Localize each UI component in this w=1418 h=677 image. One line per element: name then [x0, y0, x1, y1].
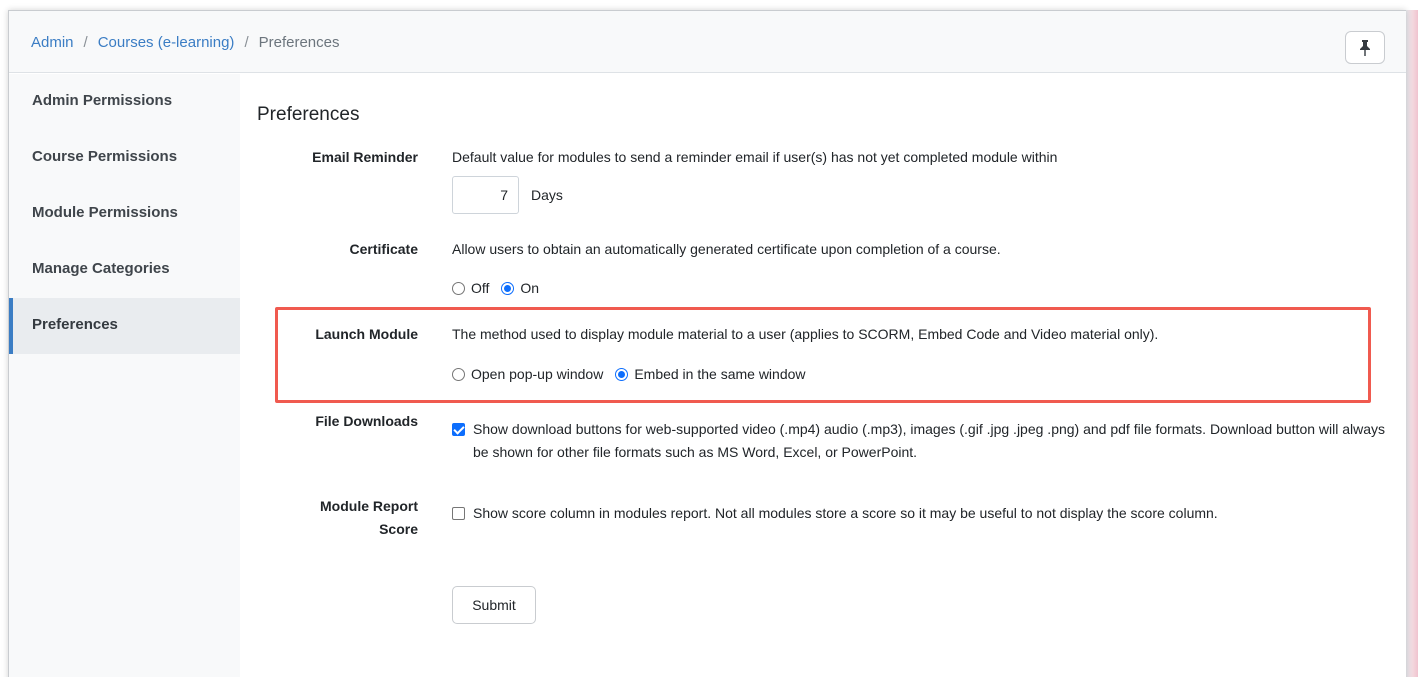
certificate-options: Off On	[452, 280, 551, 296]
launch-module-highlight	[275, 307, 1371, 403]
email-reminder-description: Default value for modules to send a remi…	[452, 149, 1058, 165]
sidebar-item-manage-categories[interactable]: Manage Categories	[9, 242, 240, 298]
sidebar-item-label: Module Permissions	[32, 204, 178, 221]
module-report-score-text[interactable]: Show score column in modules report. Not…	[473, 502, 1393, 525]
launch-module-options: Open pop-up window Embed in the same win…	[452, 366, 818, 382]
breadcrumb: Admin / Courses (e-learning) / Preferenc…	[31, 34, 339, 51]
breadcrumb-separator: /	[244, 34, 249, 51]
sidebar-item-preferences[interactable]: Preferences	[9, 298, 240, 354]
submit-button[interactable]: Submit	[452, 586, 536, 624]
breadcrumb-current: Preferences	[258, 34, 340, 51]
certificate-off-radio[interactable]	[452, 281, 465, 295]
top-bar: Admin / Courses (e-learning) / Preferenc…	[9, 11, 1406, 73]
breadcrumb-separator: /	[83, 34, 88, 51]
sidebar-item-label: Preferences	[32, 316, 118, 333]
certificate-off-label[interactable]: Off	[471, 280, 489, 296]
reminder-days-unit: Days	[531, 187, 563, 203]
sidebar-item-label: Course Permissions	[32, 148, 178, 165]
email-reminder-label: Email Reminder	[312, 149, 418, 165]
breadcrumb-courses[interactable]: Courses (e-learning)	[98, 34, 235, 51]
module-report-score-checkbox[interactable]	[452, 507, 465, 520]
sidebar-item-module-permissions[interactable]: Module Permissions	[9, 186, 240, 242]
sidebar: Admin Permissions Course Permissions Mod…	[9, 74, 240, 677]
launch-module-description: The method used to display module materi…	[452, 326, 1159, 342]
certificate-on-label[interactable]: On	[520, 280, 539, 296]
breadcrumb-admin[interactable]: Admin	[31, 34, 74, 51]
reminder-days-input[interactable]: 7	[452, 176, 519, 214]
sidebar-item-label: Admin Permissions	[32, 92, 173, 109]
module-report-label-line2: Score	[379, 521, 418, 537]
page-title: Preferences	[257, 104, 360, 125]
file-downloads-label: File Downloads	[315, 413, 418, 429]
pin-button[interactable]	[1345, 31, 1385, 64]
sidebar-item-admin-permissions[interactable]: Admin Permissions	[9, 74, 240, 130]
certificate-description: Allow users to obtain an automatically g…	[452, 241, 1001, 257]
file-downloads-text[interactable]: Show download buttons for web-supported …	[473, 418, 1393, 464]
embed-window-label[interactable]: Embed in the same window	[634, 366, 805, 382]
popup-window-label[interactable]: Open pop-up window	[471, 366, 603, 382]
launch-module-label: Launch Module	[315, 326, 418, 342]
window-edge	[1406, 10, 1418, 677]
main-content: Preferences Email Reminder Default value…	[240, 74, 1406, 677]
app-window: Admin / Courses (e-learning) / Preferenc…	[8, 10, 1406, 677]
pin-icon	[1360, 39, 1370, 56]
popup-window-radio[interactable]	[452, 367, 465, 381]
file-downloads-checkbox[interactable]	[452, 423, 465, 436]
certificate-label: Certificate	[349, 241, 418, 257]
embed-window-radio[interactable]	[615, 367, 629, 381]
module-report-label-line1: Module Report	[320, 498, 418, 514]
sidebar-item-course-permissions[interactable]: Course Permissions	[9, 130, 240, 186]
sidebar-item-label: Manage Categories	[32, 260, 170, 277]
certificate-on-radio[interactable]	[501, 281, 515, 295]
